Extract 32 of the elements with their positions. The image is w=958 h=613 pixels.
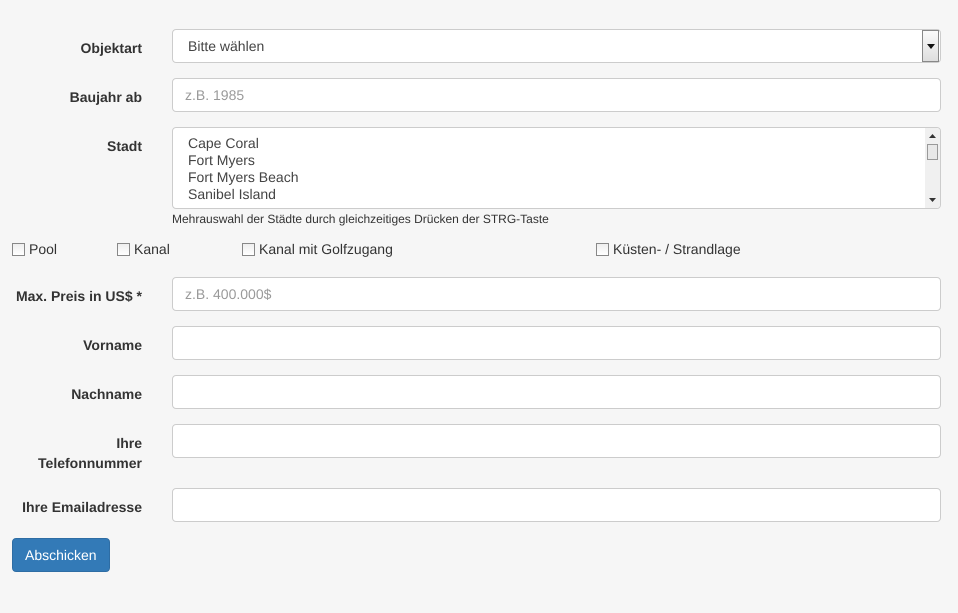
input-field[interactable] <box>172 424 941 458</box>
field-label: Objektart <box>80 39 142 58</box>
scrollbar[interactable] <box>925 128 940 208</box>
input-field[interactable] <box>172 488 941 522</box>
scroll-down-icon[interactable] <box>929 198 936 202</box>
scroll-thumb[interactable] <box>927 144 938 160</box>
checkbox[interactable]: Kanal <box>117 241 242 257</box>
dropdown[interactable]: Bitte wählen <box>172 29 941 63</box>
help-text: Mehrauswahl der Städte durch gleichzeitiges Drücken der STRG-Taste <box>172 212 550 226</box>
city-listbox[interactable]: Cape Coral Fort Myers Fort Myers Beach Sanibel Island <box>172 127 941 209</box>
input-field[interactable] <box>172 375 941 409</box>
list-option[interactable]: Fort Myers <box>188 152 910 169</box>
list-option[interactable]: Sanibel Island <box>188 186 910 203</box>
field-label: Ihre Telefonnummer <box>37 434 142 473</box>
list-option[interactable]: Cape Coral <box>188 135 910 152</box>
checkbox[interactable]: Pool <box>12 241 117 257</box>
scroll-up-icon[interactable] <box>929 134 936 138</box>
field-label: Ihre Emailadresse <box>21 498 142 517</box>
field-label: Baujahr ab <box>68 88 142 107</box>
submit-button[interactable]: Abschicken <box>12 538 110 572</box>
field-label: Nachname <box>70 385 142 404</box>
checkbox[interactable]: Kanal mit Golfzugang <box>242 241 596 257</box>
field-label: Max. Preis in US$ * <box>14 287 142 306</box>
field-label: Vorname <box>82 336 142 355</box>
dropdown-button[interactable] <box>922 30 939 62</box>
input-field[interactable]: z.B. 400.000$ <box>172 277 941 311</box>
caret-icon <box>926 44 934 48</box>
checkbox[interactable]: Küsten- / Strandlage <box>596 241 941 257</box>
input-field[interactable] <box>172 326 941 360</box>
field-label: Stadt <box>106 137 142 156</box>
input-field[interactable]: z.B. 1985 <box>172 78 941 112</box>
list-option[interactable]: Fort Myers Beach <box>188 169 910 186</box>
